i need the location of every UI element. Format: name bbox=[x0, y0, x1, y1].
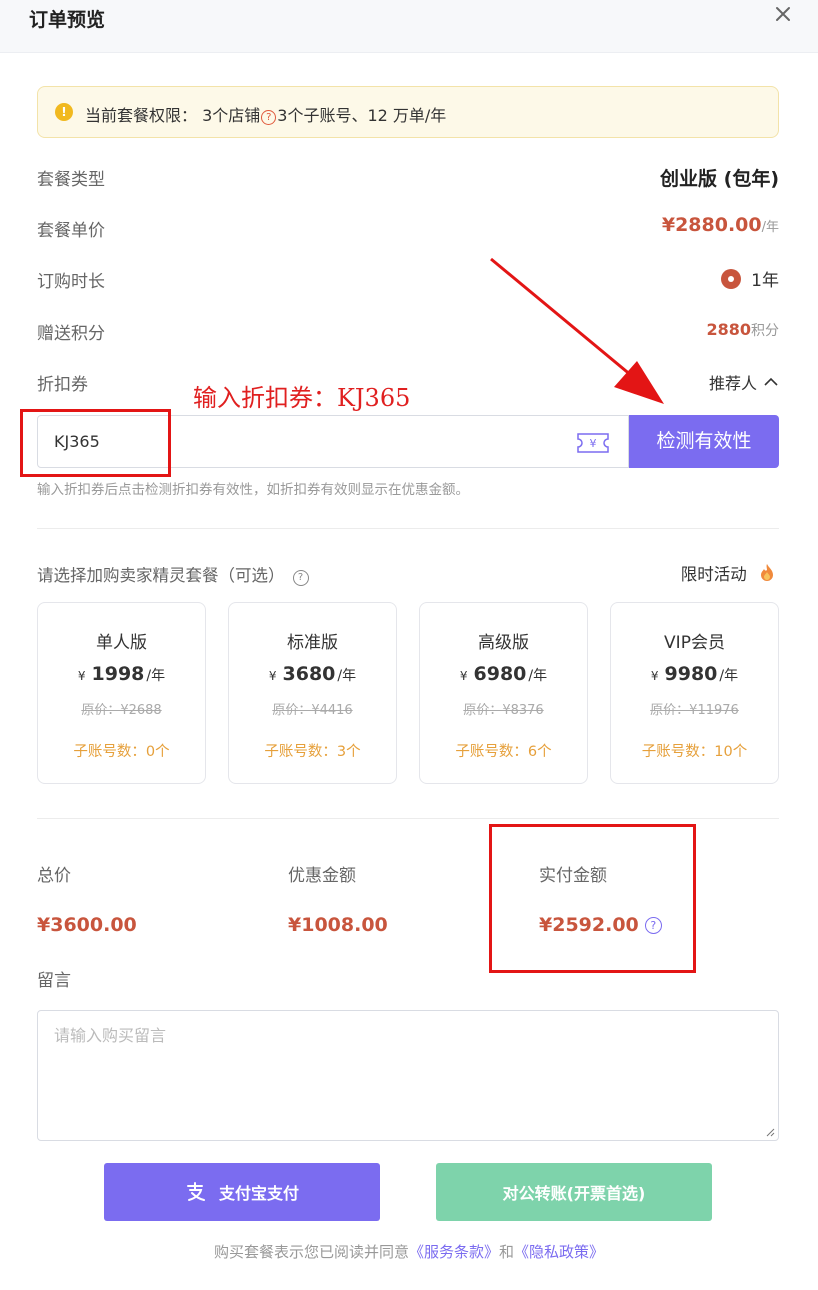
duration-option[interactable]: 1年 bbox=[721, 266, 779, 291]
divider bbox=[37, 818, 779, 819]
unit-price-unit: /年 bbox=[761, 220, 779, 235]
addon-card-period: /年 bbox=[719, 668, 739, 684]
referrer-toggle[interactable]: 推荐人 bbox=[709, 370, 779, 394]
resize-handle-icon[interactable] bbox=[765, 1127, 775, 1137]
footer-and: 和 bbox=[499, 1243, 515, 1261]
addon-card-subaccounts: 子账号数：3个 bbox=[264, 744, 361, 760]
notice-text: 当前套餐权限： 3个店铺? 3个子账号、12 万单/年 bbox=[85, 102, 446, 126]
addon-card-subaccounts: 子账号数：0个 bbox=[73, 744, 170, 760]
addon-card-price: ¥9980/年 bbox=[611, 663, 778, 685]
addon-card-amount: 3680 bbox=[282, 663, 336, 685]
coupon-hint: 输入折扣券后点击检测折扣券有效性，如折扣券有效则显示在优惠金额。 bbox=[37, 482, 469, 498]
annotation-text: 输入折扣券：KJ365 bbox=[193, 384, 411, 412]
alipay-button[interactable]: 支付宝支付 bbox=[104, 1163, 380, 1221]
annotation-arrow-icon bbox=[490, 257, 664, 404]
referrer-label: 推荐人 bbox=[708, 374, 757, 393]
addon-card-price: ¥1998/年 bbox=[38, 663, 205, 685]
message-placeholder: 请输入购买留言 bbox=[54, 1026, 167, 1045]
plan-limit-notice: ! 当前套餐权限： 3个店铺? 3个子账号、12 万单/年 bbox=[37, 86, 779, 138]
points-unit: 积分 bbox=[751, 323, 779, 339]
total-value: ¥3600.00 bbox=[37, 914, 137, 936]
unit-price-label: 套餐单价 bbox=[37, 221, 105, 241]
divider bbox=[37, 528, 779, 529]
notice-suffix: 3个子账号、12 万单/年 bbox=[277, 106, 447, 125]
addon-card-amount: 6980 bbox=[473, 663, 527, 685]
alipay-label: 支付宝支付 bbox=[218, 1184, 299, 1203]
fire-icon bbox=[761, 564, 773, 581]
terms-link[interactable]: 《服务条款》 bbox=[409, 1243, 499, 1261]
terms-footer: 购买套餐表示您已阅读并同意《服务条款》和《隐私政策》 bbox=[0, 1241, 818, 1262]
addon-card-original-price: 原价：¥11976 bbox=[650, 703, 739, 718]
addon-card-period: /年 bbox=[528, 668, 548, 684]
alipay-icon bbox=[186, 1182, 205, 1201]
addon-card-amount: 9980 bbox=[664, 663, 718, 685]
discount-value: ¥1008.00 bbox=[288, 914, 388, 936]
help-icon[interactable]: ? bbox=[292, 570, 309, 586]
message-textarea[interactable]: 请输入购买留言 bbox=[37, 1010, 779, 1141]
addon-card-name: 标准版 bbox=[287, 633, 338, 653]
addon-card-original-price: 原价：¥2688 bbox=[81, 703, 162, 718]
addon-card-original-price: 原价：¥4416 bbox=[272, 703, 353, 718]
privacy-link[interactable]: 《隐私政策》 bbox=[514, 1243, 604, 1261]
duration-radio[interactable] bbox=[721, 268, 742, 289]
close-icon[interactable] bbox=[770, 2, 796, 28]
total-label: 总价 bbox=[37, 866, 71, 886]
duration-label: 订购时长 bbox=[37, 272, 105, 292]
limited-activity[interactable]: 限时活动 bbox=[681, 561, 776, 585]
addon-card-amount: 1998 bbox=[91, 663, 145, 685]
addon-title-text: 请选择加购卖家精灵套餐（可选） bbox=[37, 566, 285, 585]
limited-activity-label: 限时活动 bbox=[680, 565, 747, 584]
check-validity-button[interactable]: 检测有效性 bbox=[629, 415, 779, 468]
addon-card-price: ¥3680/年 bbox=[229, 663, 396, 685]
addon-card-original-price: 原价：¥8376 bbox=[463, 703, 544, 718]
corporate-transfer-label: 对公转账(开票首选) bbox=[502, 1184, 646, 1203]
annotation-box-coupon bbox=[20, 409, 171, 477]
plan-type-value: 创业版 (包年) bbox=[660, 168, 779, 190]
message-label: 留言 bbox=[37, 971, 71, 991]
points-amount: 2880 bbox=[706, 320, 751, 339]
plan-type-label: 套餐类型 bbox=[37, 170, 105, 190]
svg-text:¥: ¥ bbox=[590, 437, 597, 450]
notice-prefix: 当前套餐权限： 3个店铺 bbox=[85, 106, 261, 125]
dialog-title: 订单预览 bbox=[29, 9, 106, 31]
chevron-up-icon bbox=[764, 377, 778, 386]
coupon-label: 折扣券 bbox=[37, 375, 88, 395]
addon-card-currency: ¥ bbox=[650, 669, 659, 683]
addon-card-name: VIP会员 bbox=[664, 633, 725, 653]
dialog-header: 订单预览 bbox=[0, 0, 818, 53]
unit-price-amount: ¥2880.00 bbox=[661, 214, 762, 236]
addon-title: 请选择加购卖家精灵套餐（可选）? bbox=[37, 562, 309, 586]
addon-card-vip[interactable]: VIP会员 ¥9980/年 原价：¥11976 子账号数：10个 bbox=[610, 602, 779, 784]
addon-card-name: 高级版 bbox=[478, 633, 529, 653]
annotation-box-paid bbox=[489, 824, 696, 973]
footer-prefix: 购买套餐表示您已阅读并同意 bbox=[213, 1243, 409, 1261]
addon-card-single[interactable]: 单人版 ¥1998/年 原价：¥2688 子账号数：0个 bbox=[37, 602, 206, 784]
discount-label: 优惠金额 bbox=[288, 866, 356, 886]
corporate-transfer-button[interactable]: 对公转账(开票首选) bbox=[436, 1163, 712, 1221]
addon-card-price: ¥6980/年 bbox=[420, 663, 587, 685]
addon-card-name: 单人版 bbox=[96, 633, 147, 653]
help-icon[interactable]: ? bbox=[261, 110, 277, 125]
addon-card-period: /年 bbox=[146, 668, 166, 684]
addon-card-standard[interactable]: 标准版 ¥3680/年 原价：¥4416 子账号数：3个 bbox=[228, 602, 397, 784]
unit-price-value: ¥2880.00/年 bbox=[662, 214, 779, 236]
points-value: 2880积分 bbox=[706, 320, 779, 340]
addon-card-subaccounts: 子账号数：10个 bbox=[641, 744, 748, 760]
coupon-ticket-icon: ¥ bbox=[577, 433, 609, 453]
addon-card-currency: ¥ bbox=[459, 669, 468, 683]
warning-icon: ! bbox=[55, 103, 73, 121]
addon-card-subaccounts: 子账号数：6个 bbox=[455, 744, 552, 760]
duration-value: 1年 bbox=[751, 271, 779, 291]
addon-card-currency: ¥ bbox=[77, 669, 86, 683]
addon-card-advanced[interactable]: 高级版 ¥6980/年 原价：¥8376 子账号数：6个 bbox=[419, 602, 588, 784]
addon-card-currency: ¥ bbox=[268, 669, 277, 683]
addon-card-period: /年 bbox=[337, 668, 357, 684]
points-label: 赠送积分 bbox=[37, 324, 105, 344]
